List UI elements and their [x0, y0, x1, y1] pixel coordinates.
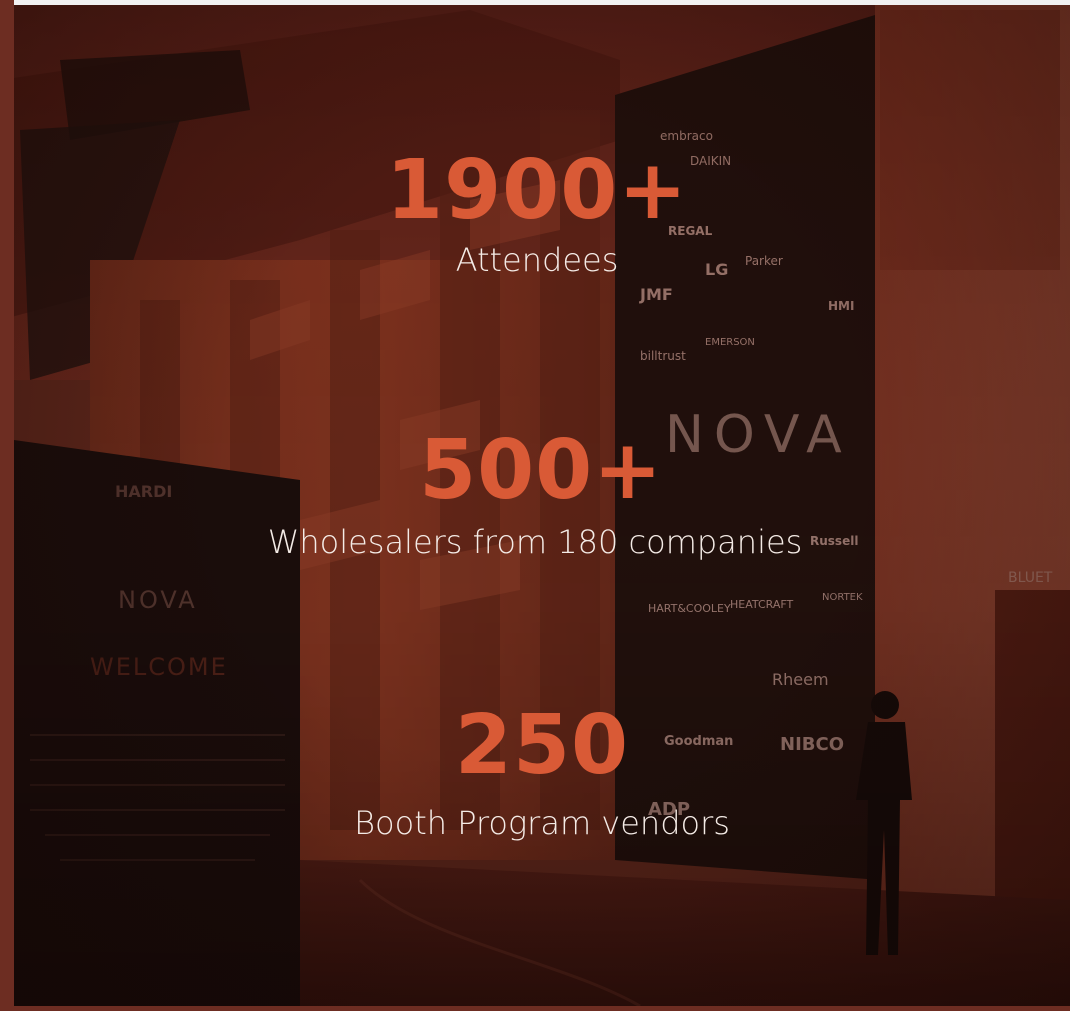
stat-label: Attendees	[455, 241, 619, 279]
bottom-border	[0, 1006, 1070, 1011]
stat-vendors: 250 Booth Program vendors	[0, 698, 1070, 842]
top-border	[0, 0, 1070, 5]
stats-panel: embraco DAIKIN REGAL LG JMF billtrust EM…	[0, 0, 1070, 1011]
stat-label: Wholesalers from 180 companies	[267, 523, 803, 561]
stat-number: 1900+	[386, 143, 688, 238]
stat-number: 500+	[419, 423, 663, 518]
stat-number: 250	[454, 698, 630, 793]
stat-wholesalers: 500+ Wholesalers from 180 companies	[0, 423, 1070, 561]
stat-attendees: 1900+ Attendees	[0, 143, 1070, 279]
stat-label: Booth Program vendors	[354, 804, 730, 842]
